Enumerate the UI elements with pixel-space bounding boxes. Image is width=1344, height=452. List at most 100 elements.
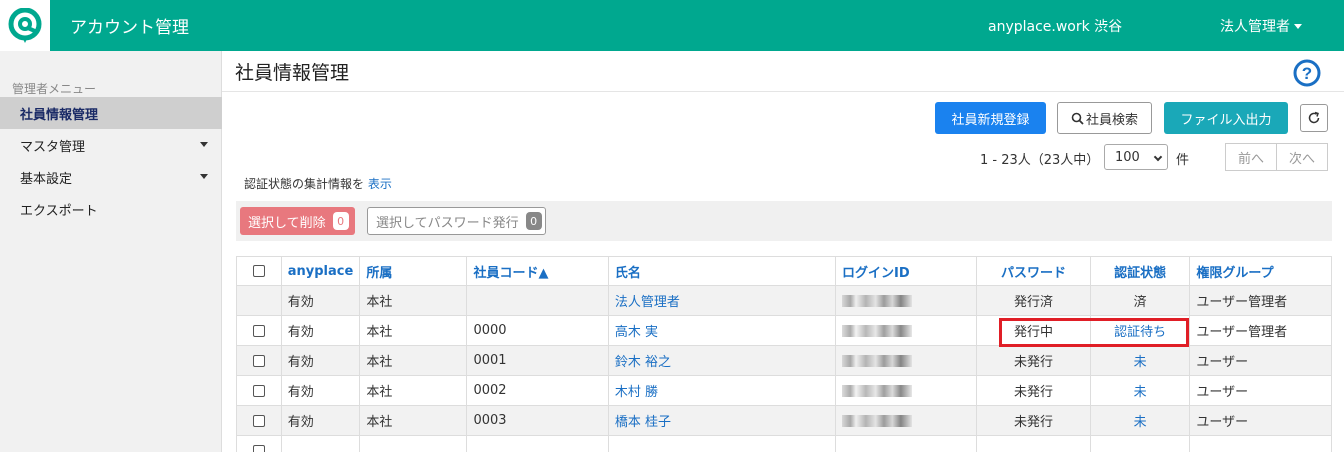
auth-cell: 済: [1089, 285, 1191, 316]
column-header[interactable]: パスワード: [976, 256, 1091, 286]
sidebar-item-master[interactable]: マスタ管理: [0, 129, 222, 161]
sidebar-item-label: エクスポート: [20, 203, 98, 219]
dept-cell: 本社: [359, 315, 468, 346]
prev-page-button[interactable]: 前へ: [1225, 143, 1277, 171]
sidebar-item-label: マスタ管理: [20, 139, 86, 155]
login-id-cell: [834, 405, 978, 436]
dept-cell: 本社: [359, 375, 468, 406]
auth-status-link[interactable]: 未: [1134, 415, 1147, 430]
auth-summary-text: 認証状態の集計情報を: [244, 177, 365, 191]
sidebar-item-label: 基本設定: [20, 171, 73, 187]
row-checkbox[interactable]: [236, 405, 282, 436]
column-header[interactable]: 権限グループ: [1189, 256, 1332, 286]
code-cell: 0003: [466, 405, 609, 436]
select-all-checkbox[interactable]: [236, 256, 282, 286]
row-checkbox-cell: [236, 285, 282, 316]
auth-summary: 認証状態の集計情報を 表示: [244, 175, 392, 192]
per-page-select[interactable]: 100: [1104, 144, 1168, 170]
auth-status-link[interactable]: 未: [1134, 385, 1147, 400]
row-checkbox[interactable]: [236, 315, 282, 346]
redacted-login-id: [841, 384, 912, 397]
highlight-annotation: [999, 318, 1189, 347]
employee-search-button[interactable]: 社員検索: [1057, 102, 1152, 134]
admin-menu-label: 法人管理者: [1220, 19, 1290, 35]
group-cell: ユーザー: [1189, 375, 1332, 406]
table-row: 有効 本社 0002 木村 勝 未発行 未 ユーザー: [236, 375, 1332, 406]
code-cell: 0000: [466, 315, 609, 346]
new-employee-button[interactable]: 社員新規登録: [935, 102, 1046, 134]
employee-table: anyplace 所属 社員コード▲ 氏名 ログインID パスワード 認証状態 …: [236, 256, 1332, 452]
column-header[interactable]: anyplace: [280, 256, 361, 286]
caret-down-icon: [1294, 23, 1302, 29]
bulk-delete-button[interactable]: 選択して削除 0: [240, 207, 355, 235]
login-id-cell: [834, 375, 978, 406]
password-cell: 未発行: [976, 345, 1091, 376]
top-bar: アカウント管理: [0, 0, 1344, 51]
group-cell: ユーザー管理者: [1189, 285, 1332, 316]
employee-name-link[interactable]: 鈴木 裕之: [615, 355, 671, 370]
login-id-cell: [834, 285, 978, 316]
sidebar-heading: 管理者メニュー: [12, 82, 97, 96]
divider: [222, 91, 1344, 92]
dept-cell: 本社: [359, 285, 468, 316]
refresh-button[interactable]: [1300, 104, 1328, 132]
sidebar-item-employee-info[interactable]: 社員情報管理: [0, 97, 222, 129]
sidebar: 管理者メニュー 社員情報管理 マスタ管理 基本設定 エクスポート: [0, 51, 222, 452]
password-cell: 未発行: [976, 405, 1091, 436]
status-cell: 有効: [280, 375, 361, 406]
row-checkbox[interactable]: [236, 435, 282, 452]
refresh-icon: [1308, 111, 1320, 124]
redacted-login-id: [841, 354, 912, 367]
bulk-delete-label: 選択して削除: [248, 215, 326, 231]
password-cell: 未発行: [976, 375, 1091, 406]
auth-status-link[interactable]: 未: [1134, 355, 1147, 370]
column-header[interactable]: 氏名: [607, 256, 836, 286]
group-cell: ユーザー: [1189, 345, 1332, 376]
sidebar-item-export[interactable]: エクスポート: [0, 193, 222, 225]
table-row: 有効 本社 0001 鈴木 裕之 未発行 未 ユーザー: [236, 345, 1332, 376]
status-cell: 有効: [280, 345, 361, 376]
redacted-login-id: [841, 294, 912, 307]
group-cell: ユーザー管理者: [1189, 315, 1332, 346]
employee-name-link[interactable]: 木村 勝: [615, 385, 658, 400]
column-header[interactable]: 所属: [359, 256, 468, 286]
employee-search-label: 社員検索: [1085, 112, 1138, 128]
per-page-value: 100: [1115, 149, 1140, 165]
bulk-password-label: 選択してパスワード発行: [376, 215, 519, 231]
app-title: アカウント管理: [70, 18, 189, 38]
svg-text:?: ?: [1302, 64, 1312, 83]
bulk-password-button[interactable]: 選択してパスワード発行 0: [367, 207, 546, 235]
caret-down-icon: [200, 174, 208, 179]
status-cell: 有効: [280, 405, 361, 436]
employee-name-link[interactable]: 法人管理者: [615, 295, 680, 310]
column-header[interactable]: 認証状態: [1089, 256, 1191, 286]
next-page-button[interactable]: 次へ: [1276, 143, 1328, 171]
dept-cell: 本社: [359, 345, 468, 376]
page-title: 社員情報管理: [235, 62, 350, 84]
row-checkbox[interactable]: [236, 345, 282, 376]
redacted-login-id: [841, 414, 912, 427]
employee-name-link[interactable]: 高木 実: [615, 325, 658, 340]
file-io-button[interactable]: ファイル入出力: [1164, 102, 1288, 134]
login-id-cell: [834, 345, 978, 376]
table-header-row: anyplace 所属 社員コード▲ 氏名 ログインID パスワード 認証状態 …: [236, 256, 1332, 286]
row-checkbox[interactable]: [236, 375, 282, 406]
sidebar-item-label: 社員情報管理: [20, 107, 99, 123]
group-cell: ユーザー: [1189, 405, 1332, 436]
help-circle-icon[interactable]: ?: [1293, 59, 1321, 87]
status-cell: 有効: [280, 315, 361, 346]
bulk-password-count: 0: [525, 212, 542, 230]
code-cell: 0002: [466, 375, 609, 406]
password-cell: 発行済: [976, 285, 1091, 316]
auth-summary-link[interactable]: 表示: [368, 177, 392, 191]
app-logo-icon[interactable]: [0, 0, 50, 51]
admin-menu[interactable]: 法人管理者: [1220, 16, 1302, 36]
column-header[interactable]: 社員コード▲: [466, 256, 609, 286]
sidebar-item-basic-settings[interactable]: 基本設定: [0, 161, 222, 193]
column-header[interactable]: ログインID: [834, 256, 978, 286]
code-cell: 0001: [466, 345, 609, 376]
per-page-unit: 件: [1176, 153, 1190, 168]
employee-name-link[interactable]: 橋本 桂子: [615, 415, 671, 430]
caret-down-icon: [200, 142, 208, 147]
result-range: 1 - 23人（23人中）: [980, 153, 1100, 168]
